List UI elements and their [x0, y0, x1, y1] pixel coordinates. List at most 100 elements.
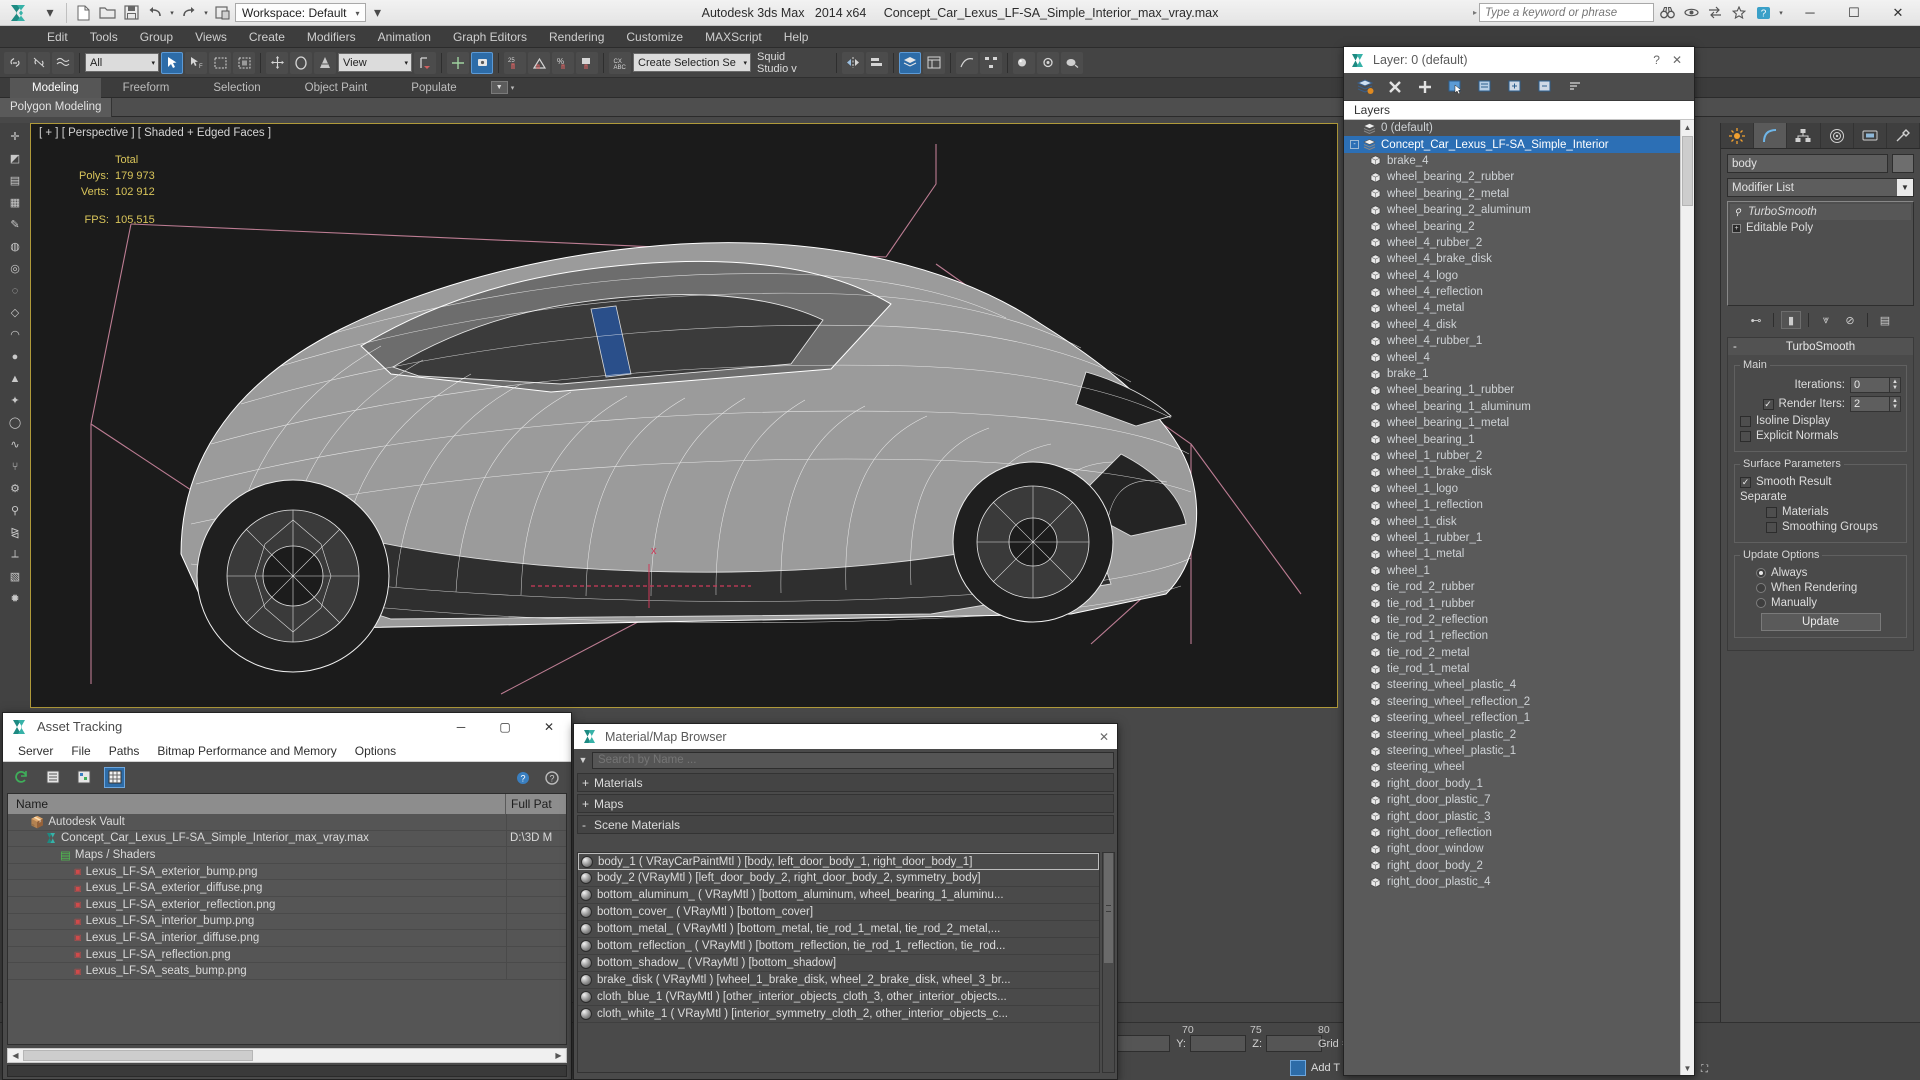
layer-row[interactable]: - Concept_Car_Lexus_LF-SA_Simple_Interior — [1344, 136, 1680, 153]
modifier-stack-item-editable-poly[interactable]: + Editable Poly — [1730, 220, 1911, 236]
menu-item-rendering[interactable]: Rendering — [538, 26, 615, 48]
minimize-button[interactable]: ─ — [1788, 0, 1832, 26]
x-field[interactable] — [1114, 1035, 1170, 1052]
group-maps[interactable]: + Maps — [577, 794, 1114, 813]
tool-cone-icon[interactable]: ▲ — [4, 369, 26, 388]
table-row[interactable]: ▤ Maps / Shaders — [8, 847, 566, 864]
layer-object-row[interactable]: tie_rod_2_reflection — [1344, 612, 1680, 628]
highlight-selected-icon[interactable] — [1476, 78, 1494, 96]
material-search-input[interactable] — [592, 751, 1114, 769]
browser-options-icon[interactable]: ▼ — [577, 755, 589, 765]
angle-snap-toggle-icon[interactable] — [528, 51, 550, 74]
tab-utilities[interactable] — [1887, 123, 1920, 148]
chevron-down-icon[interactable]: ▼ — [1897, 179, 1913, 196]
modifier-stack[interactable]: ⚲ TurboSmooth + Editable Poly — [1727, 201, 1914, 306]
asset-tracking-window[interactable]: Asset Tracking ─ ▢ ✕ Server File Paths B… — [2, 712, 572, 1080]
scroll-up-icon[interactable]: ▲ — [1681, 120, 1694, 134]
expand-all-icon[interactable] — [1506, 78, 1524, 96]
layer-object-row[interactable]: right_door_body_1 — [1344, 776, 1680, 792]
layer-object-row[interactable]: right_door_plastic_7 — [1344, 792, 1680, 808]
tool-layer-icon[interactable]: ▧ — [4, 567, 26, 586]
tab-create[interactable] — [1721, 123, 1755, 148]
explicit-normals-row[interactable]: Explicit Normals — [1740, 430, 1901, 442]
modifier-stack-item-turbosmooth[interactable]: ⚲ TurboSmooth — [1730, 204, 1911, 220]
layer-object-row[interactable]: wheel_4_metal — [1344, 300, 1680, 316]
layer-object-row[interactable]: wheel_4_rubber_1 — [1344, 333, 1680, 349]
update-always-row[interactable]: Always — [1740, 567, 1901, 579]
tool-sphere-icon[interactable]: ◍ — [4, 237, 26, 256]
menu-item-group[interactable]: Group — [129, 26, 184, 48]
select-and-move-icon[interactable] — [266, 51, 288, 74]
smooth-result-checkbox[interactable]: ✓ — [1740, 476, 1751, 488]
group-materials[interactable]: + Materials — [577, 773, 1114, 792]
polygon-modeling-label[interactable]: Polygon Modeling — [0, 97, 113, 117]
autodesk-360-icon[interactable] — [1680, 2, 1702, 24]
ribbon-tab-freeform[interactable]: Freeform — [101, 78, 192, 98]
expand-plus-icon[interactable]: + — [1732, 223, 1741, 233]
select-and-place-icon[interactable] — [447, 51, 469, 74]
modifier-list-dropdown[interactable]: Modifier List ▼ — [1727, 178, 1914, 197]
layer-object-row[interactable]: wheel_1_logo — [1344, 481, 1680, 497]
update-always-radio[interactable] — [1756, 568, 1766, 578]
asset-maximize-button[interactable]: ▢ — [483, 713, 527, 740]
collapse-minus-icon[interactable]: - — [1350, 140, 1359, 150]
3dsmax-logo-icon[interactable] — [0, 0, 38, 26]
render-iters-spinner[interactable]: ▲▼ — [1850, 396, 1901, 412]
separate-smoothing-groups-checkbox[interactable] — [1766, 521, 1777, 533]
render-setup-icon[interactable] — [1037, 51, 1059, 74]
menu-item-help[interactable]: Help — [773, 26, 820, 48]
layer-object-row[interactable]: right_door_plastic_3 — [1344, 808, 1680, 824]
layer-object-row[interactable]: steering_wheel_reflection_1 — [1344, 710, 1680, 726]
curve-editor-icon[interactable] — [956, 51, 978, 74]
close-button[interactable]: ✕ — [1876, 0, 1920, 26]
tool-branch-icon[interactable]: ⑂ — [4, 457, 26, 476]
window-crossing-icon[interactable] — [233, 51, 255, 74]
layer-object-row[interactable]: wheel_4_rubber_2 — [1344, 235, 1680, 251]
list-item[interactable]: bottom_shadow_ ( VRayMtl ) [bottom_shado… — [578, 955, 1099, 972]
asset-tracking-grid[interactable]: Name Full Pat 📦 Autodesk Vault Concept_C… — [7, 793, 567, 1045]
layer-column-header[interactable]: Layers — [1344, 101, 1694, 120]
layer-object-row[interactable]: wheel_1_reflection — [1344, 497, 1680, 513]
snaps-toggle-icon[interactable]: 25 — [504, 51, 526, 74]
help-caret-icon[interactable]: ▾ — [1776, 2, 1786, 24]
table-row[interactable]: 📦 Autodesk Vault — [8, 814, 566, 831]
selection-filter-combo[interactable]: All ▾ — [85, 53, 159, 72]
tool-curve-icon[interactable]: ∿ — [4, 435, 26, 454]
make-unique-icon[interactable]: ⩔ — [1816, 311, 1836, 329]
viewport-render-area[interactable]: x — [31, 124, 1337, 707]
bind-to-space-warp-icon[interactable] — [52, 51, 74, 74]
reference-coordinate-combo[interactable]: View ▾ — [338, 53, 412, 72]
material-editor-icon[interactable] — [1013, 51, 1035, 74]
layer-object-row[interactable]: wheel_1_brake_disk — [1344, 464, 1680, 480]
save-file-icon[interactable] — [119, 2, 143, 24]
tool-select-icon[interactable]: ◩ — [4, 149, 26, 168]
layer-object-row[interactable]: wheel_4_brake_disk — [1344, 251, 1680, 267]
sort-layers-icon[interactable] — [1566, 78, 1584, 96]
tab-display[interactable] — [1854, 123, 1887, 148]
tool-bone-icon[interactable]: ⚲ — [4, 501, 26, 520]
layer-object-row[interactable]: wheel_4_logo — [1344, 268, 1680, 284]
tool-gear-icon[interactable]: ⚙ — [4, 479, 26, 498]
render-iters-input[interactable] — [1850, 396, 1890, 412]
update-when-rendering-radio[interactable] — [1756, 583, 1766, 593]
asset-column-name[interactable]: Name — [8, 794, 506, 814]
layer-object-row[interactable]: steering_wheel_plastic_2 — [1344, 726, 1680, 742]
tab-hierarchy[interactable] — [1787, 123, 1821, 148]
table-row[interactable]: ▣ Lexus_LF-SA_exterior_reflection.png — [8, 896, 566, 914]
list-item[interactable]: cloth_white_1 ( VRayMtl ) [interior_symm… — [578, 1006, 1099, 1023]
explicit-normals-checkbox[interactable] — [1740, 430, 1751, 442]
list-item[interactable]: bottom_reflection_ ( VRayMtl ) [bottom_r… — [578, 938, 1099, 955]
ribbon-tab-populate[interactable]: Populate — [389, 78, 478, 98]
layer-list[interactable]: 0 (default) - Concept_Car_Lexus_LF-SA_Simp… — [1344, 120, 1680, 1075]
iterations-spinner[interactable]: ▲▼ — [1850, 377, 1901, 393]
project-folder-icon[interactable] — [211, 2, 235, 24]
scroll-left-icon[interactable]: ◀ — [8, 1051, 23, 1060]
menu-item-edit[interactable]: Edit — [36, 26, 79, 48]
material-map-browser-window[interactable]: Material/Map Browser ✕ ▼ + Materials + M… — [573, 723, 1118, 1080]
select-link-icon[interactable] — [4, 51, 26, 74]
undo-icon[interactable] — [143, 2, 167, 24]
layer-list-scrollbar[interactable]: ▲ ▼ — [1680, 120, 1694, 1075]
layer-object-row[interactable]: tie_rod_1_rubber — [1344, 595, 1680, 611]
ribbon-tab-object-paint[interactable]: Object Paint — [283, 78, 390, 98]
layer-object-row[interactable]: wheel_bearing_1_metal — [1344, 415, 1680, 431]
